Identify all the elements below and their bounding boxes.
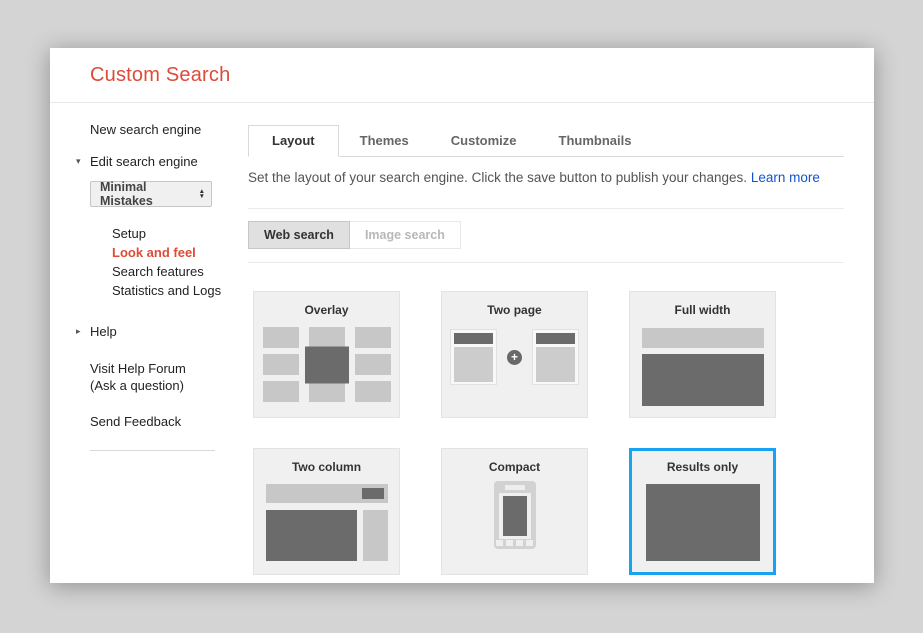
sidebar-divider [90, 450, 215, 451]
layout-card-two-page[interactable]: Two page + [441, 291, 588, 418]
compact-thumbnail [494, 481, 536, 549]
layout-card-two-column[interactable]: Two column [253, 448, 400, 575]
help-forum-line1: Visit Help Forum [90, 360, 248, 377]
layout-card-title: Full width [630, 303, 775, 317]
main-content: Layout Themes Customize Thumbnails Set t… [248, 103, 874, 582]
layout-card-title: Overlay [254, 303, 399, 317]
overlay-thumbnail [263, 327, 391, 402]
tab-layout[interactable]: Layout [248, 125, 339, 157]
image-search-toggle[interactable]: Image search [349, 221, 461, 249]
help-forum-line2: (Ask a question) [90, 377, 248, 394]
layout-card-compact[interactable]: Compact [441, 448, 588, 575]
layout-card-title: Results only [632, 460, 773, 474]
plus-icon: + [507, 350, 522, 365]
layout-card-results-only[interactable]: Results only [629, 448, 776, 575]
sidebar-item-visit-help-forum[interactable]: Visit Help Forum (Ask a question) [90, 360, 248, 394]
layout-card-title: Compact [442, 460, 587, 474]
full-width-thumbnail [642, 328, 764, 406]
engine-select-value: Minimal Mistakes [100, 180, 199, 208]
sidebar: New search engine ▾ Edit search engine M… [50, 103, 248, 582]
tab-bar: Layout Themes Customize Thumbnails [248, 125, 844, 157]
two-page-thumbnail: + [442, 329, 587, 385]
results-only-thumbnail [646, 484, 760, 561]
tab-customize[interactable]: Customize [430, 126, 538, 156]
custom-search-panel: Custom Search New search engine ▾ Edit s… [50, 48, 874, 583]
two-column-thumbnail [266, 484, 388, 561]
sidebar-item-setup[interactable]: Setup [112, 224, 248, 243]
sidebar-item-help[interactable]: ▸ Help [90, 324, 248, 339]
chevron-down-icon: ▾ [76, 156, 81, 167]
tab-themes[interactable]: Themes [339, 126, 430, 156]
sidebar-item-label: Help [90, 324, 117, 339]
layout-card-full-width[interactable]: Full width [629, 291, 776, 418]
section-divider-bottom [248, 262, 844, 263]
search-type-toggle: Web search Image search [248, 221, 844, 249]
sidebar-item-search-features[interactable]: Search features [112, 262, 248, 281]
chevron-right-icon: ▸ [76, 326, 81, 337]
layout-description: Set the layout of your search engine. Cl… [248, 170, 844, 185]
sidebar-item-look-and-feel[interactable]: Look and feel [112, 243, 248, 262]
layout-card-overlay[interactable]: Overlay [253, 291, 400, 418]
sidebar-item-label: Edit search engine [90, 154, 198, 169]
select-stepper-icon: ▲ ▼ [199, 189, 205, 199]
web-search-toggle[interactable]: Web search [248, 221, 350, 249]
layout-card-title: Two column [254, 460, 399, 474]
tab-thumbnails[interactable]: Thumbnails [538, 126, 653, 156]
sidebar-item-edit-search-engine[interactable]: ▾ Edit search engine [90, 154, 248, 169]
app-header: Custom Search [50, 48, 874, 103]
engine-section-list: Setup Look and feel Search features Stat… [112, 224, 248, 300]
learn-more-link[interactable]: Learn more [751, 170, 820, 185]
layout-card-title: Two page [442, 303, 587, 317]
engine-select-dropdown[interactable]: Minimal Mistakes ▲ ▼ [90, 181, 212, 207]
sidebar-item-new-search-engine[interactable]: New search engine [90, 122, 248, 137]
sidebar-item-statistics-and-logs[interactable]: Statistics and Logs [112, 281, 248, 300]
layout-option-grid: Overlay Two page + [253, 291, 844, 575]
page-title: Custom Search [90, 64, 230, 87]
description-text: Set the layout of your search engine. Cl… [248, 170, 747, 185]
sidebar-item-send-feedback[interactable]: Send Feedback [90, 414, 248, 429]
section-divider-top [248, 208, 844, 209]
